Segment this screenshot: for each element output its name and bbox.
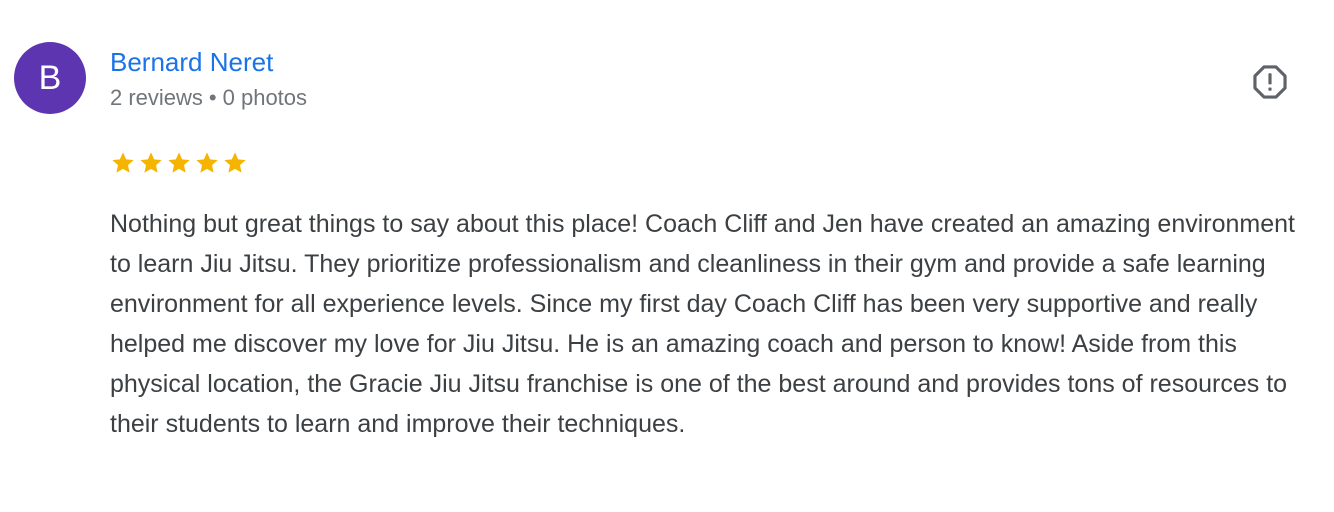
avatar-letter: B — [38, 58, 62, 97]
report-review-button[interactable] — [1246, 58, 1294, 106]
star-rating — [110, 150, 248, 176]
report-icon — [1253, 65, 1287, 99]
reviews-count: 2 reviews — [110, 85, 203, 110]
star-icon — [196, 152, 218, 173]
star-icon — [112, 152, 134, 173]
meta-separator: • — [208, 85, 217, 110]
photos-count: 0 photos — [222, 85, 308, 110]
star-icon — [140, 152, 162, 173]
star-icon — [168, 152, 190, 173]
reviewer-name[interactable]: Bernard Neret — [110, 46, 273, 78]
review-text: Nothing but great things to say about th… — [110, 210, 1295, 438]
reviewer-meta: 2 reviews • 0 photos — [110, 84, 307, 112]
avatar[interactable]: B — [14, 42, 86, 114]
star-icon — [224, 152, 246, 173]
review-card: B Bernard Neret 2 reviews • 0 photos Nothi… — [0, 0, 1334, 512]
